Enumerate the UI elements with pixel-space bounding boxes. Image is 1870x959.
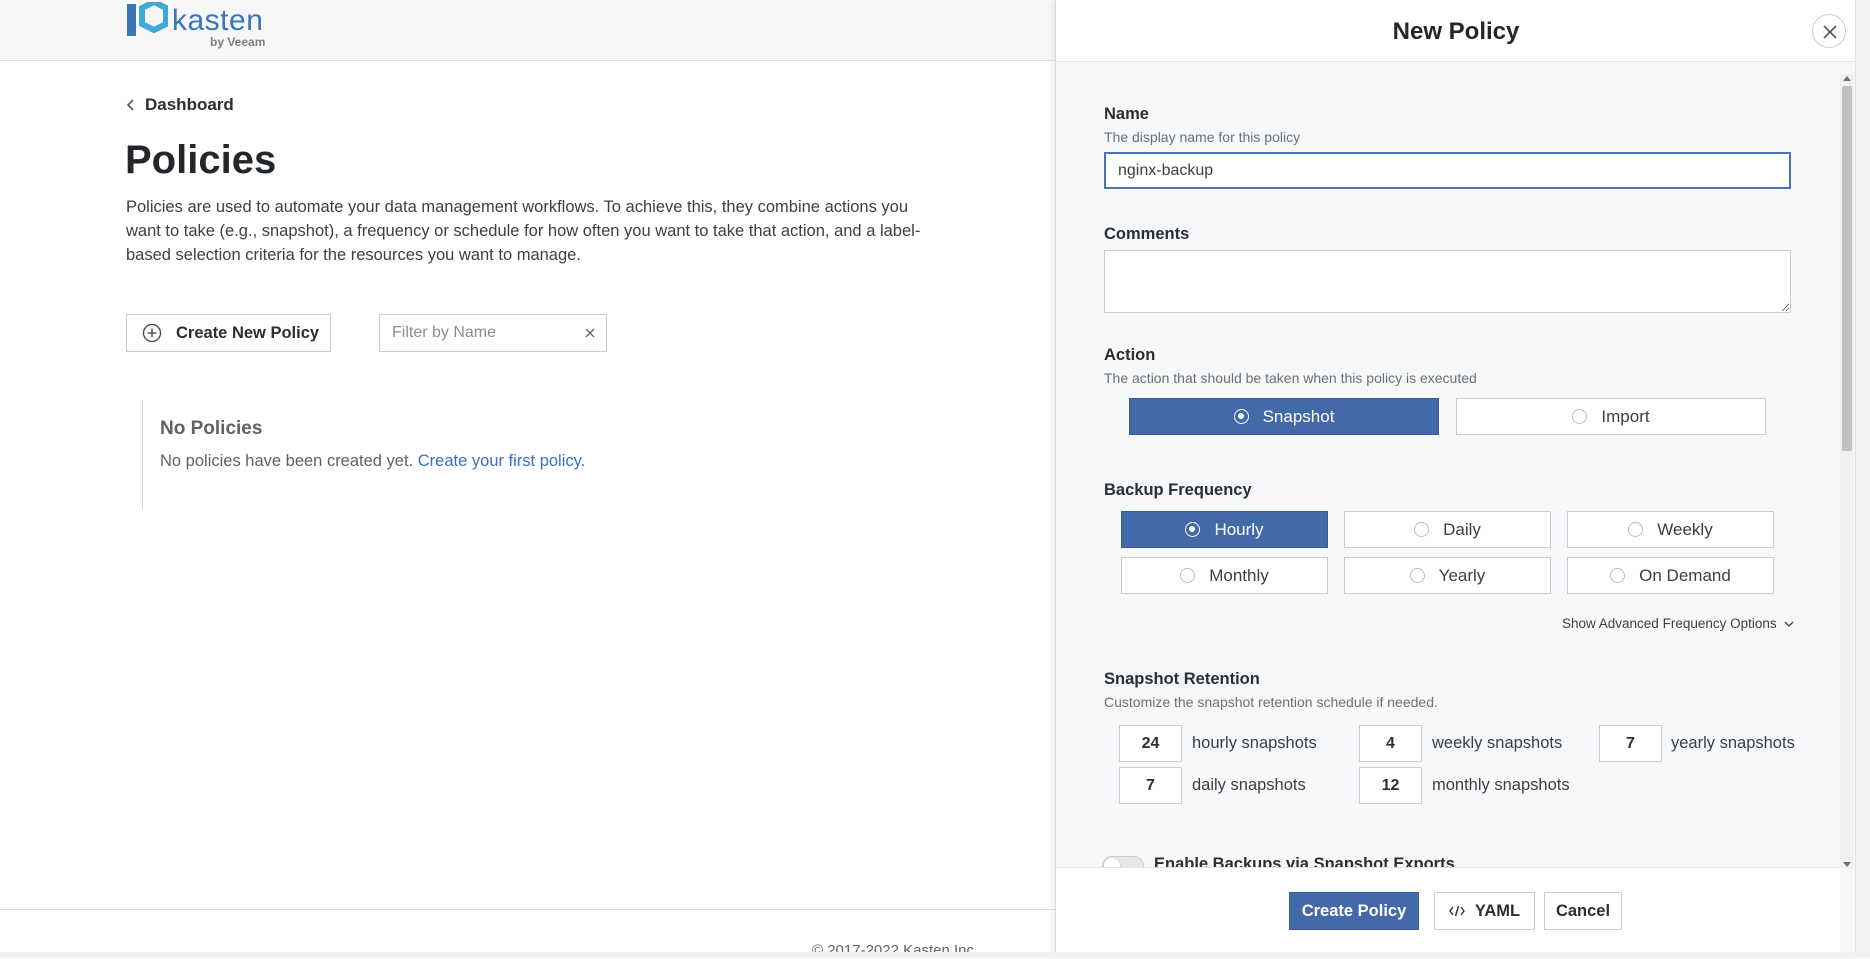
breadcrumb-label: Dashboard <box>145 95 234 114</box>
empty-state: No Policies No policies have been create… <box>142 400 742 510</box>
action-label: Action <box>1104 346 1156 364</box>
new-policy-drawer: New Policy Name The display name for thi… <box>1055 0 1856 958</box>
scrollbar-thumb[interactable] <box>1842 86 1852 451</box>
kasten-logo-icon <box>127 2 168 36</box>
drawer-header: New Policy <box>1056 0 1856 62</box>
window-scrollbar[interactable] <box>1855 0 1870 958</box>
breadcrumb-dashboard[interactable]: Dashboard <box>126 95 234 115</box>
radio-empty-icon <box>1409 568 1425 583</box>
comments-label: Comments <box>1104 225 1190 243</box>
radio-empty-icon <box>1572 409 1588 424</box>
frequency-option-hourly[interactable]: Hourly <box>1121 511 1328 548</box>
name-help: The display name for this policy <box>1104 129 1301 145</box>
radio-empty-icon <box>1180 568 1196 583</box>
scroll-down-arrow-icon[interactable] <box>1843 862 1851 867</box>
frequency-option-monthly[interactable]: Monthly <box>1121 557 1328 594</box>
frequency-option-weekly[interactable]: Weekly <box>1567 511 1774 548</box>
chevron-left-icon <box>126 99 134 111</box>
logo-wordmark: kasten <box>172 4 264 37</box>
close-drawer-button[interactable] <box>1812 14 1846 48</box>
kasten-logo[interactable]: kasten by Veeam <box>126 2 276 50</box>
monthly-snapshots-input[interactable]: 12 <box>1359 767 1422 804</box>
snapshot-retention-label: Snapshot Retention <box>1104 670 1260 688</box>
snapshot-retention-help: Customize the snapshot retention schedul… <box>1104 694 1438 710</box>
cancel-button[interactable]: Cancel <box>1544 892 1622 930</box>
page-description: Policies are used to automate your data … <box>126 198 921 264</box>
drawer-footer: Create Policy YAML Cancel <box>1056 867 1840 958</box>
empty-state-text: No policies have been created yet. Creat… <box>160 452 585 471</box>
yearly-snapshots-label: yearly snapshots <box>1671 734 1795 752</box>
action-help: The action that should be taken when thi… <box>1104 370 1477 386</box>
policy-name-input[interactable] <box>1104 152 1791 189</box>
frequency-option-label: Monthly <box>1209 565 1269 585</box>
bottom-scrollbar[interactable] <box>0 952 1870 958</box>
action-option-label: Snapshot <box>1262 406 1335 426</box>
filter-by-name-input[interactable] <box>380 315 580 351</box>
empty-state-message: No policies have been created yet. <box>160 452 414 470</box>
frequency-option-daily[interactable]: Daily <box>1344 511 1551 548</box>
create-policy-button[interactable]: Create Policy <box>1289 892 1419 930</box>
frequency-option-on-demand[interactable]: On Demand <box>1567 557 1774 594</box>
empty-state-period: . <box>580 452 586 470</box>
yaml-label: YAML <box>1474 901 1521 920</box>
radio-selected-icon <box>1233 409 1249 424</box>
daily-snapshots-input[interactable]: 7 <box>1119 767 1182 804</box>
plus-circle-icon <box>142 323 162 343</box>
show-advanced-frequency-options-link[interactable]: Show Advanced Frequency Options <box>1562 616 1794 631</box>
drawer-title: New Policy <box>1392 18 1520 45</box>
code-icon <box>1449 905 1465 917</box>
frequency-option-label: Yearly <box>1438 565 1486 585</box>
backup-frequency-label: Backup Frequency <box>1104 481 1252 499</box>
comments-textarea[interactable] <box>1104 250 1791 313</box>
name-label: Name <box>1104 105 1149 123</box>
frequency-option-label: On Demand <box>1639 565 1731 585</box>
create-first-policy-link[interactable]: Create your first policy <box>418 452 581 470</box>
daily-snapshots-label: daily snapshots <box>1192 776 1306 794</box>
radio-empty-icon <box>1414 522 1430 537</box>
radio-empty-icon <box>1628 522 1644 537</box>
frequency-option-yearly[interactable]: Yearly <box>1344 557 1551 594</box>
top-bar: kasten by Veeam <box>0 0 1056 61</box>
action-option-label: Import <box>1601 406 1650 426</box>
weekly-snapshots-input[interactable]: 4 <box>1359 725 1422 762</box>
action-option-import[interactable]: Import <box>1456 398 1766 435</box>
action-option-snapshot[interactable]: Snapshot <box>1129 398 1439 435</box>
create-new-policy-label: Create New Policy <box>176 323 320 342</box>
hourly-snapshots-input[interactable]: 24 <box>1119 725 1182 762</box>
radio-selected-icon <box>1185 522 1201 537</box>
weekly-snapshots-label: weekly snapshots <box>1432 734 1563 752</box>
frequency-option-label: Daily <box>1443 519 1481 539</box>
logo-subtitle: by Veeam <box>210 35 266 49</box>
empty-state-title: No Policies <box>160 418 263 439</box>
page-title: Policies <box>125 138 277 182</box>
radio-empty-icon <box>1610 568 1626 583</box>
chevron-down-icon <box>1784 621 1794 627</box>
scroll-up-arrow-icon[interactable] <box>1843 76 1851 81</box>
create-new-policy-button[interactable]: Create New Policy <box>126 314 331 352</box>
drawer-scrollbar[interactable] <box>1840 74 1854 869</box>
advanced-options-label: Show Advanced Frequency Options <box>1562 616 1777 631</box>
monthly-snapshots-label: monthly snapshots <box>1432 776 1570 794</box>
yaml-button[interactable]: YAML <box>1434 892 1535 930</box>
yearly-snapshots-input[interactable]: 7 <box>1599 725 1662 762</box>
close-icon <box>1823 25 1837 39</box>
clear-filter-icon[interactable] <box>583 326 597 340</box>
footer-divider <box>0 909 1056 910</box>
frequency-option-label: Hourly <box>1214 519 1264 539</box>
filter-box <box>379 314 607 352</box>
frequency-option-label: Weekly <box>1657 519 1713 539</box>
hourly-snapshots-label: hourly snapshots <box>1192 734 1317 752</box>
